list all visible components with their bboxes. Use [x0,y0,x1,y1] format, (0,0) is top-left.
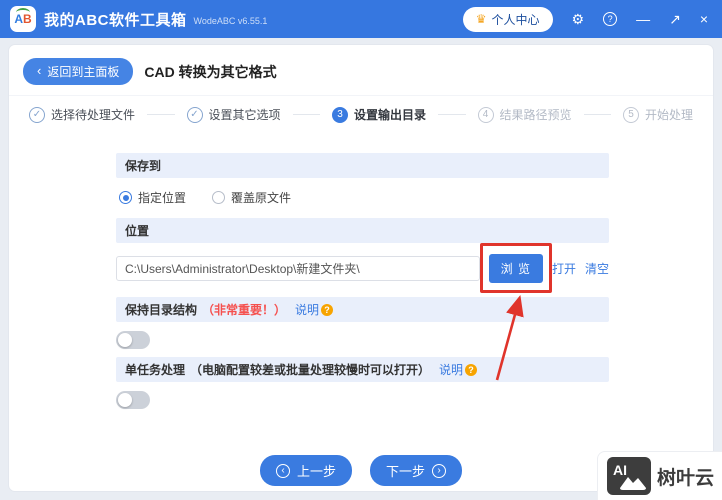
step-label: 设置输出目录 [354,108,427,122]
step-other-options: ✓ 设置其它选项 [186,106,281,123]
location-title: 位置 [125,224,150,238]
step-number: 4 [477,106,494,123]
step-label: 选择待处理文件 [51,108,136,122]
step-number: 3 [332,106,348,123]
help-link-label: 说明 [439,363,464,377]
step-connector [292,114,320,115]
previous-step-button[interactable]: ‹ 上一步 [259,455,352,486]
radio-overwrite-original[interactable]: 覆盖原文件 [212,189,291,206]
main-panel: ‹ 返回到主面板 CAD 转换为其它格式 ✓ 选择待处理文件 ✓ 设置其它选项 … [8,44,714,492]
single-task-help-link[interactable]: 说明 ? [439,361,478,378]
wizard-steps: ✓ 选择待处理文件 ✓ 设置其它选项 3 设置输出目录 4 结果路径预览 5 开… [9,96,713,135]
step-result-preview: 4 结果路径预览 [477,106,572,123]
radio-selected-icon [119,191,132,204]
single-task-toggle[interactable] [116,391,150,409]
form-content: 保存到 指定位置 覆盖原文件 位置 浏 览 [9,135,713,409]
circle-arrow-left-icon: ‹ [275,463,290,478]
step-label: 设置其它选项 [208,108,281,122]
keep-structure-toggle[interactable] [116,331,150,349]
crown-icon: ♛ [475,12,487,26]
single-task-title: 单任务处理 [125,363,186,377]
step-label: 开始处理 [645,108,694,122]
watermark-brand: 树叶云 [656,467,714,489]
back-to-main-button[interactable]: ‹ 返回到主面板 [23,58,134,85]
radio-unselected-icon [212,191,226,204]
radio-label: 指定位置 [138,191,187,205]
next-step-label: 下一步 [386,464,426,479]
settings-gear-icon[interactable]: ⚙ [572,12,585,26]
save-to-options: 指定位置 覆盖原文件 [116,178,609,210]
app-logo-icon: A B [10,6,36,32]
step-connector [147,114,175,115]
chevron-left-icon: ‹ [37,63,42,79]
user-center-button[interactable]: ♛ 个人中心 [462,6,553,32]
breadcrumb: ‹ 返回到主面板 CAD 转换为其它格式 [9,45,713,96]
ai-mountain-logo-icon: AI [606,457,651,495]
path-row: 浏 览 打开 清空 [116,243,609,381]
watermark-ai-text: AI [613,462,627,478]
help-link-label: 说明 [295,303,320,317]
app-title: 我的ABC软件工具箱 [44,11,187,29]
close-icon[interactable]: × [700,12,708,26]
minimize-icon[interactable]: — [636,12,650,26]
circle-arrow-right-icon: › [432,463,447,478]
resize-icon[interactable]: ↗ [669,12,681,26]
page-title: CAD 转换为其它格式 [144,63,277,80]
step-select-files: ✓ 选择待处理文件 [29,106,135,123]
step-output-dir: 3 设置输出目录 [332,106,426,123]
help-icon[interactable]: ? [603,12,618,26]
browse-wrap: 浏 览 [479,243,552,381]
step-label: 结果路径预览 [499,108,572,122]
step-start-process: 5 开始处理 [623,106,693,123]
output-path-input[interactable] [116,256,480,281]
titlebar: A B 我的ABC软件工具箱 WodeABC v6.55.1 ♛ 个人中心 ⚙ … [0,0,722,38]
keep-structure-header: 保持目录结构 （非常重要！） 说明 ? [116,297,609,322]
browse-button[interactable]: 浏 览 [488,254,543,283]
save-to-header: 保存到 [116,153,609,178]
logo-arc-icon [16,8,30,17]
step-connector [438,114,466,115]
single-task-header: 单任务处理 （电脑配置较差或批量处理较慢时可以打开） 说明 ? [116,357,609,382]
radio-label: 覆盖原文件 [231,191,292,205]
step-check-icon: ✓ [29,106,45,123]
user-center-label: 个人中心 [491,12,540,27]
open-folder-link[interactable]: 打开 [552,260,576,277]
app-version: WodeABC v6.55.1 [193,16,268,26]
toggle-knob [118,333,132,347]
next-step-button[interactable]: 下一步 › [370,455,463,486]
keep-structure-help-link[interactable]: 说明 ? [295,301,334,318]
save-to-title: 保存到 [125,159,162,173]
step-check-icon: ✓ [186,106,203,123]
previous-step-label: 上一步 [296,464,336,479]
keep-structure-title: 保持目录结构 [125,303,198,317]
location-header: 位置 [116,218,609,243]
question-badge-icon: ? [465,363,478,376]
toggle-knob [118,393,132,407]
back-button-label: 返回到主面板 [47,65,120,79]
clear-path-link[interactable]: 清空 [585,260,609,277]
radio-specified-location[interactable]: 指定位置 [119,189,186,206]
question-badge-icon: ? [321,303,334,316]
watermark: AI 树叶云 [596,451,722,500]
step-number: 5 [623,106,639,123]
single-task-hint: （电脑配置较差或批量处理较慢时可以打开） [190,363,431,377]
important-note: （非常重要！） [202,303,287,317]
step-connector [583,114,611,115]
